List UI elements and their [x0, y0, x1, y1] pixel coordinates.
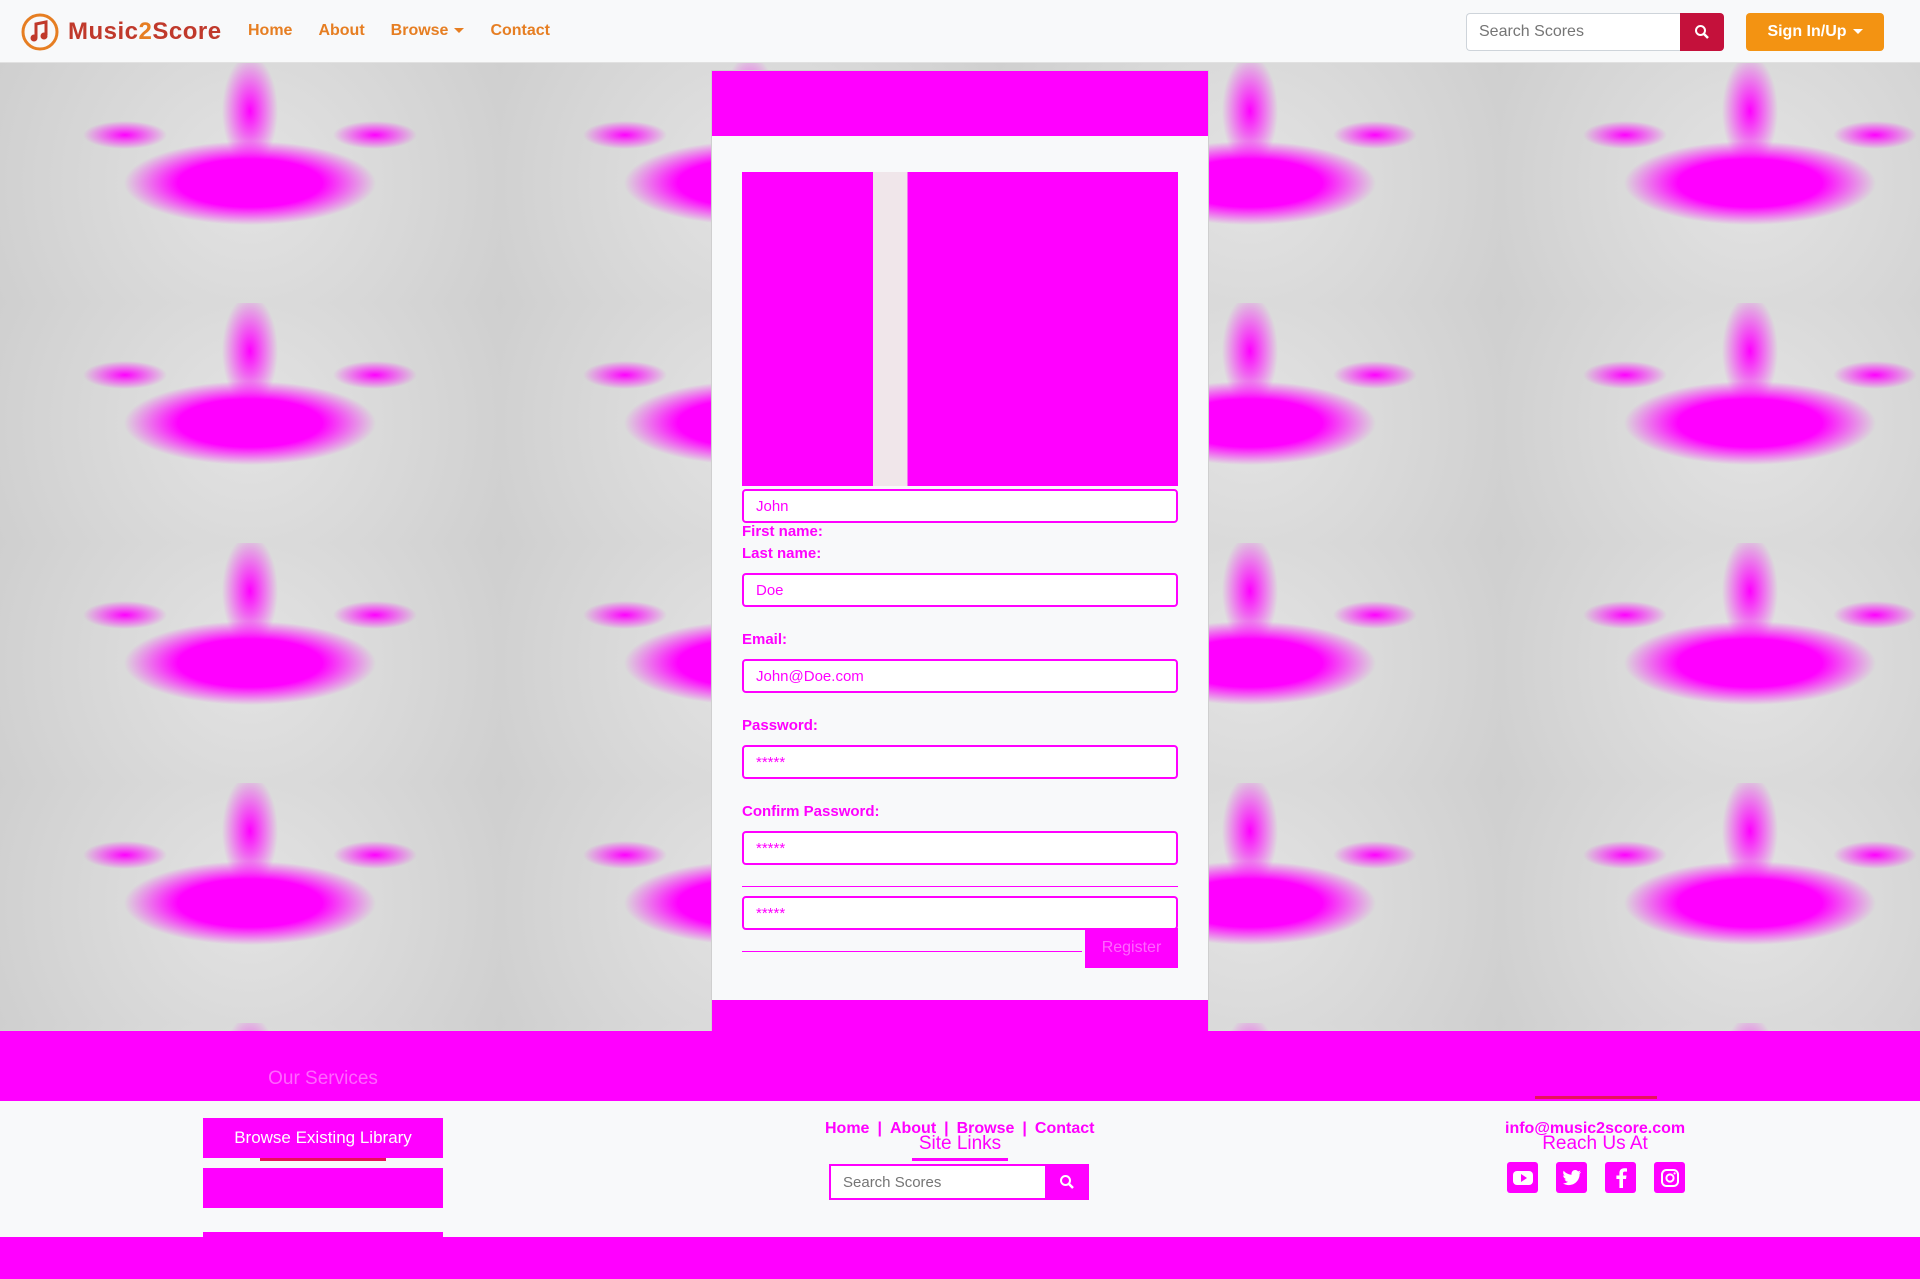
footer-band: [0, 1031, 1920, 1101]
twitter-icon[interactable]: [1556, 1162, 1587, 1193]
nav-browse-dropdown[interactable]: Browse: [391, 22, 465, 40]
password-field[interactable]: [742, 745, 1178, 779]
register-card: First name: Last name: Email: Password: …: [711, 70, 1209, 1062]
facebook-icon[interactable]: [1605, 1162, 1636, 1193]
footer-home-link[interactable]: Home: [825, 1120, 869, 1138]
register-button[interactable]: Register: [1085, 928, 1178, 968]
email-field[interactable]: [742, 659, 1178, 693]
last-name-label: Last name:: [742, 545, 822, 562]
signin-dropdown-button[interactable]: Sign In/Up: [1746, 13, 1884, 51]
bottom-bar: [0, 1237, 1920, 1279]
register-card-header: [712, 71, 1208, 136]
music-note-logo-icon: [21, 13, 59, 51]
brand-name: Music2Score: [68, 18, 222, 45]
form-divider-bottom: [742, 951, 1082, 952]
signin-label: Sign In/Up: [1767, 23, 1847, 40]
confirm-password-field-echo[interactable]: [742, 896, 1178, 930]
nav-home-link[interactable]: Home: [248, 22, 292, 40]
footer-browse-link[interactable]: Browse: [957, 1120, 1015, 1138]
social-links: [1507, 1162, 1685, 1193]
footer-about-link[interactable]: About: [890, 1120, 936, 1138]
footer-search-button[interactable]: [1045, 1164, 1089, 1200]
footer-contact-link[interactable]: Contact: [1035, 1120, 1095, 1138]
navbar: Music2Score Home About Browse Contact Si…: [0, 0, 1920, 63]
chevron-down-icon: [1852, 29, 1863, 35]
browse-library-button[interactable]: Browse Existing Library: [203, 1118, 443, 1158]
brand-logo-link[interactable]: Music2Score: [20, 12, 222, 52]
register-card-footer: [712, 1000, 1208, 1035]
library-button-2[interactable]: [203, 1168, 443, 1208]
password-label: Password:: [742, 717, 818, 734]
nav-about-link[interactable]: About: [318, 22, 364, 40]
first-name-label: First name:: [742, 523, 823, 540]
youtube-icon[interactable]: [1507, 1162, 1538, 1193]
services-underline: [260, 1158, 386, 1161]
services-title: Our Services: [268, 1068, 378, 1089]
nav-search-button[interactable]: [1680, 13, 1724, 51]
site-links-underline: [912, 1158, 1008, 1161]
search-icon: [1695, 25, 1709, 39]
email-label: Email:: [742, 631, 788, 648]
nav-contact-link[interactable]: Contact: [490, 22, 550, 40]
main-nav: Home About Browse Contact: [248, 22, 550, 40]
footer-search-form: [829, 1164, 1089, 1200]
contact-email[interactable]: info@music2score.com: [1505, 1120, 1685, 1138]
first-name-field[interactable]: [742, 489, 1178, 523]
search-icon: [1060, 1175, 1074, 1189]
footer-search-input[interactable]: [829, 1164, 1045, 1200]
register-photo: [742, 172, 1178, 486]
nav-search-input[interactable]: [1466, 13, 1680, 51]
reach-us-underline: [1535, 1096, 1657, 1099]
confirm-password-field[interactable]: [742, 831, 1178, 865]
confirm-password-label: Confirm Password:: [742, 803, 880, 820]
footer-site-links: Home | About | Browse | Contact: [825, 1120, 1095, 1138]
nav-browse-label: Browse: [390, 22, 449, 39]
form-divider: [742, 886, 1178, 887]
chevron-down-icon: [454, 28, 465, 34]
last-name-field[interactable]: [742, 573, 1178, 607]
nav-search-form: [1466, 13, 1724, 51]
instagram-icon[interactable]: [1654, 1162, 1685, 1193]
